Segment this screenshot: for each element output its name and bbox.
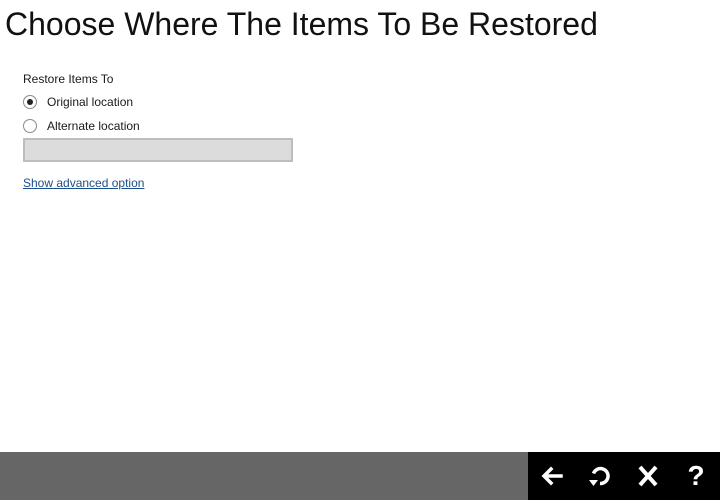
original-location-option[interactable]: Original location bbox=[23, 94, 133, 110]
alternate-location-radio[interactable] bbox=[23, 119, 37, 133]
show-advanced-option-link[interactable]: Show advanced option bbox=[23, 175, 144, 191]
help-button[interactable]: ? bbox=[672, 452, 720, 500]
footer-actions: ? bbox=[528, 452, 720, 500]
back-button[interactable] bbox=[528, 452, 576, 500]
page-title: Choose Where The Items To Be Restored bbox=[5, 6, 598, 42]
footer-bar bbox=[0, 452, 528, 500]
close-icon bbox=[638, 465, 658, 487]
restore-button[interactable] bbox=[576, 452, 624, 500]
restore-icon bbox=[589, 466, 610, 486]
alternate-location-label: Alternate location bbox=[47, 119, 140, 133]
arrow-left-icon bbox=[541, 466, 563, 486]
alternate-location-input[interactable] bbox=[23, 138, 293, 162]
original-location-radio[interactable] bbox=[23, 95, 37, 109]
alternate-location-option[interactable]: Alternate location bbox=[23, 118, 140, 134]
help-icon: ? bbox=[687, 460, 705, 491]
original-location-label: Original location bbox=[47, 95, 134, 109]
restore-items-to-label: Restore Items To bbox=[23, 72, 114, 86]
cancel-button[interactable] bbox=[624, 452, 672, 500]
